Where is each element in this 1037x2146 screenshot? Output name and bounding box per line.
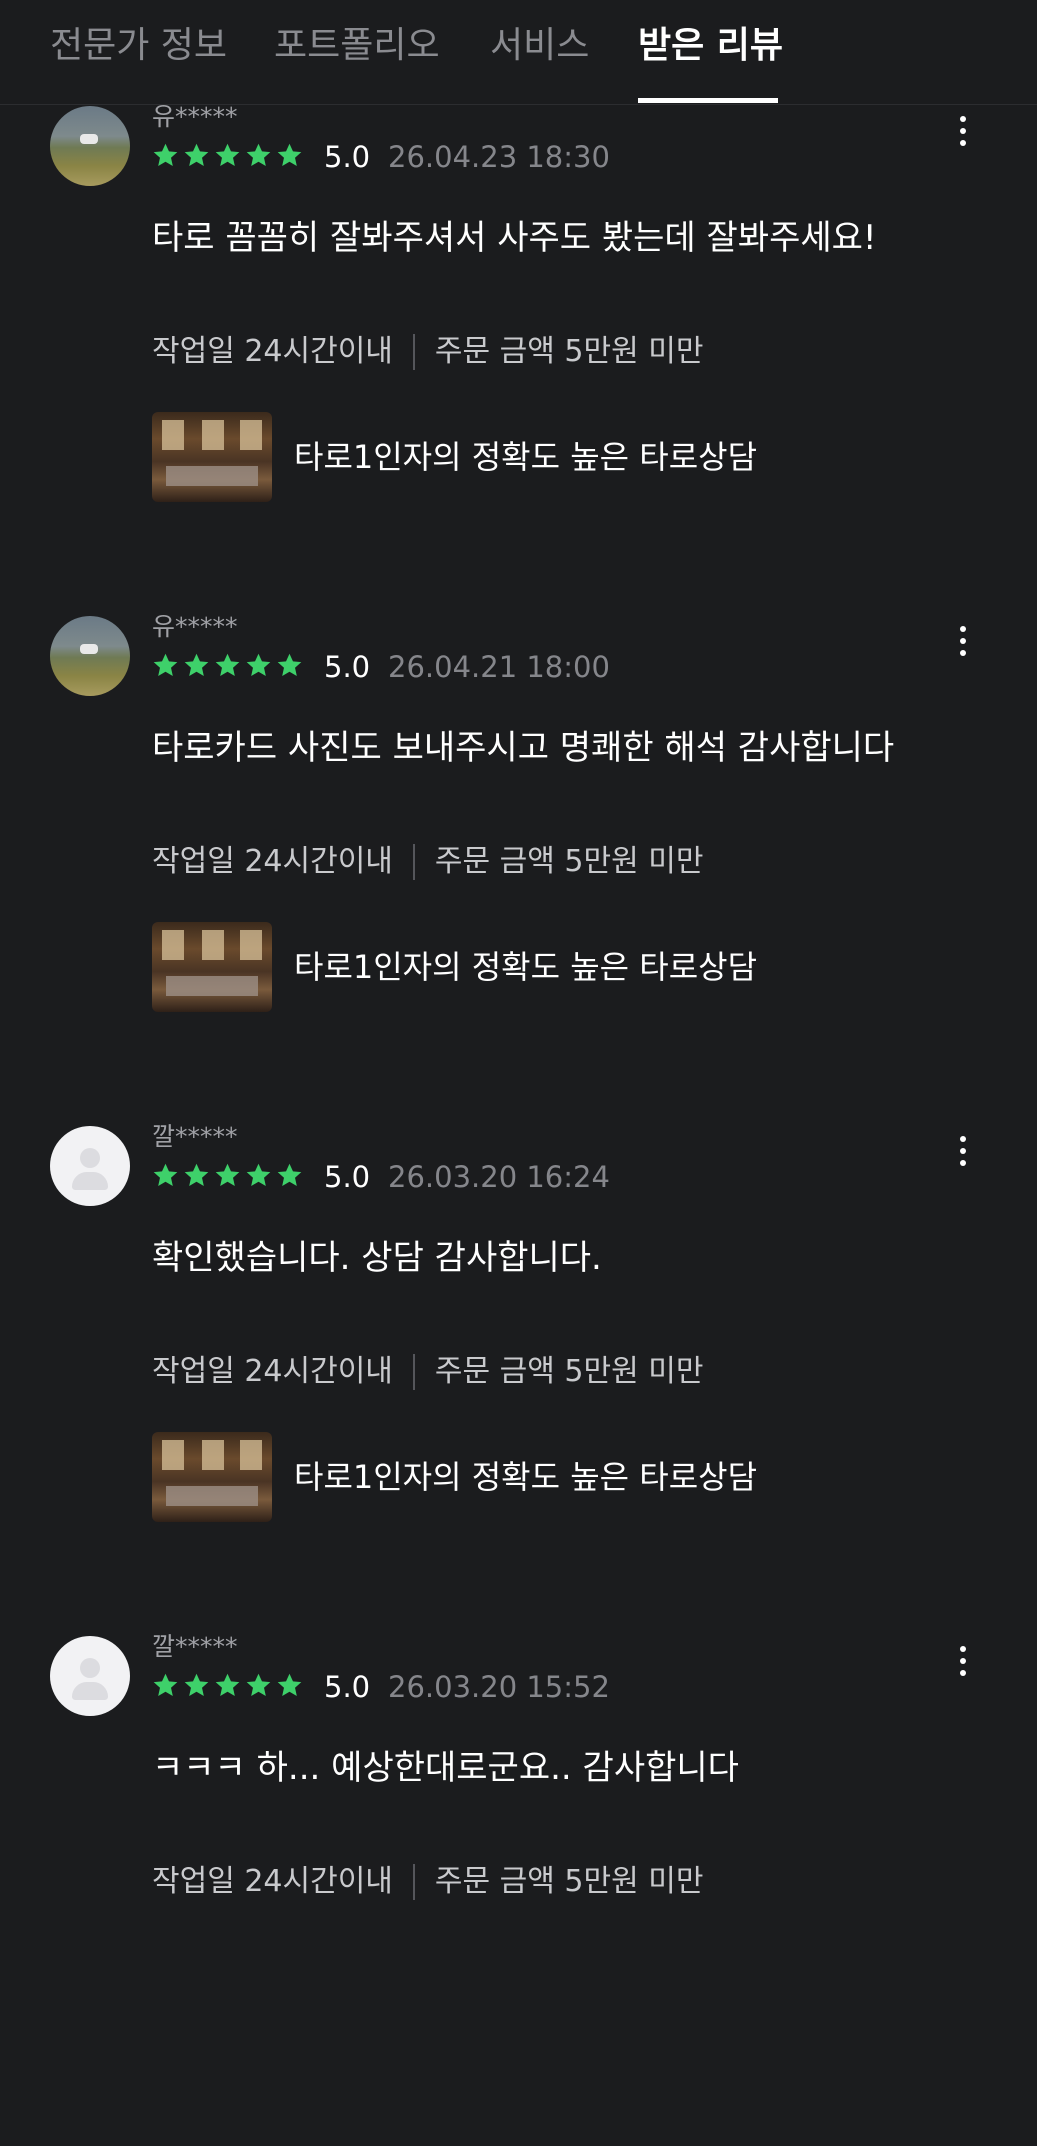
star-icon <box>246 1673 271 1696</box>
review-item: 깔***** 5.0 26.03.20 15:52 ㅋㅋㅋ 하... 예상한대로… <box>0 1632 1037 2146</box>
review-comment: ㅋㅋㅋ 하... 예상한대로군요.. 감사합니다 <box>152 1748 739 1788</box>
review-meta: 작업일 24시간이내 주문 금액 5만원 미만 <box>152 1862 703 1902</box>
star-icon <box>277 1163 302 1186</box>
rating-value: 5.0 <box>324 140 371 174</box>
default-avatar-icon[interactable] <box>50 1126 130 1206</box>
star-icon <box>277 1673 302 1696</box>
order-amount: 주문 금액 5만원 미만 <box>434 844 704 879</box>
meta-divider <box>412 334 415 370</box>
service-link[interactable]: 타로1인자의 정확도 높은 타로상담 <box>152 412 757 502</box>
rating-value: 5.0 <box>324 1160 371 1194</box>
star-icon <box>184 653 209 676</box>
service-link[interactable]: 타로1인자의 정확도 높은 타로상담 <box>152 922 757 1012</box>
meta-divider <box>412 844 415 880</box>
more-options-icon[interactable] <box>954 110 972 150</box>
meta-divider <box>412 1864 415 1900</box>
review-date: 26.04.21 18:00 <box>388 650 610 684</box>
rating-value: 5.0 <box>324 650 371 684</box>
tab-portfolio[interactable]: 포트폴리오 <box>274 22 440 70</box>
tab-expert-info[interactable]: 전문가 정보 <box>50 22 227 70</box>
service-thumbnail <box>152 922 272 1012</box>
star-icon <box>153 653 178 676</box>
order-amount: 주문 금액 5만원 미만 <box>434 334 704 369</box>
default-avatar-icon[interactable] <box>50 1636 130 1716</box>
avatar[interactable] <box>50 106 130 186</box>
tab-received-reviews[interactable]: 받은 리뷰 <box>638 22 783 70</box>
more-options-icon[interactable] <box>954 1130 972 1170</box>
service-title: 타로1인자의 정확도 높은 타로상담 <box>294 438 758 476</box>
star-icon <box>277 653 302 676</box>
order-amount: 주문 금액 5만원 미만 <box>434 1864 704 1899</box>
work-days: 작업일 24시간이내 <box>152 334 393 369</box>
star-icon <box>246 143 271 166</box>
review-date: 26.03.20 15:52 <box>388 1670 610 1704</box>
star-icon <box>246 653 271 676</box>
review-item: 유***** 5.0 26.04.21 18:00 타로카드 사진도 보내주시고… <box>0 612 1037 1126</box>
review-meta: 작업일 24시간이내 주문 금액 5만원 미만 <box>152 1352 703 1392</box>
order-amount: 주문 금액 5만원 미만 <box>434 1354 704 1389</box>
review-comment: 타로 꼼꼼히 잘봐주셔서 사주도 봤는데 잘봐주세요! <box>152 218 877 258</box>
review-meta: 작업일 24시간이내 주문 금액 5만원 미만 <box>152 332 703 372</box>
reviewer-name: 유***** <box>152 612 238 641</box>
star-icon <box>184 1673 209 1696</box>
star-icon <box>153 1163 178 1186</box>
star-rating <box>152 1162 303 1189</box>
work-days: 작업일 24시간이내 <box>152 1864 393 1899</box>
work-days: 작업일 24시간이내 <box>152 1354 393 1389</box>
more-options-icon[interactable] <box>954 620 972 660</box>
meta-divider <box>412 1354 415 1390</box>
review-item: 유***** 5.0 26.04.23 18:30 타로 꼼꼼히 잘봐주셔서 사… <box>0 102 1037 616</box>
star-icon <box>246 1163 271 1186</box>
star-icon <box>184 1163 209 1186</box>
star-icon <box>184 143 209 166</box>
service-title: 타로1인자의 정확도 높은 타로상담 <box>294 1458 758 1496</box>
tab-bar: 전문가 정보 포트폴리오 서비스 받은 리뷰 <box>0 0 1037 105</box>
star-rating <box>152 142 303 169</box>
service-thumbnail <box>152 412 272 502</box>
avatar[interactable] <box>50 616 130 696</box>
star-icon <box>277 143 302 166</box>
reviewer-name: 유***** <box>152 102 238 131</box>
review-meta: 작업일 24시간이내 주문 금액 5만원 미만 <box>152 842 703 882</box>
star-icon <box>215 653 240 676</box>
star-icon <box>153 143 178 166</box>
review-date: 26.03.20 16:24 <box>388 1160 610 1194</box>
star-rating <box>152 1672 303 1699</box>
star-icon <box>215 143 240 166</box>
review-comment: 확인했습니다. 상담 감사합니다. <box>152 1238 602 1278</box>
reviewer-name: 깔***** <box>152 1632 238 1661</box>
more-options-icon[interactable] <box>954 1640 972 1680</box>
work-days: 작업일 24시간이내 <box>152 844 393 879</box>
service-thumbnail <box>152 1432 272 1522</box>
star-icon <box>215 1673 240 1696</box>
active-tab-indicator <box>638 98 778 103</box>
star-icon <box>153 1673 178 1696</box>
review-comment: 타로카드 사진도 보내주시고 명쾌한 해석 감사합니다 <box>152 728 895 768</box>
service-link[interactable]: 타로1인자의 정확도 높은 타로상담 <box>152 1432 757 1522</box>
tab-services[interactable]: 서비스 <box>490 22 589 70</box>
review-date: 26.04.23 18:30 <box>388 140 610 174</box>
star-icon <box>215 1163 240 1186</box>
star-rating <box>152 652 303 679</box>
rating-value: 5.0 <box>324 1670 371 1704</box>
review-item: 깔***** 5.0 26.03.20 16:24 확인했습니다. 상담 감사합… <box>0 1122 1037 1636</box>
service-title: 타로1인자의 정확도 높은 타로상담 <box>294 948 758 986</box>
reviewer-name: 깔***** <box>152 1122 238 1151</box>
